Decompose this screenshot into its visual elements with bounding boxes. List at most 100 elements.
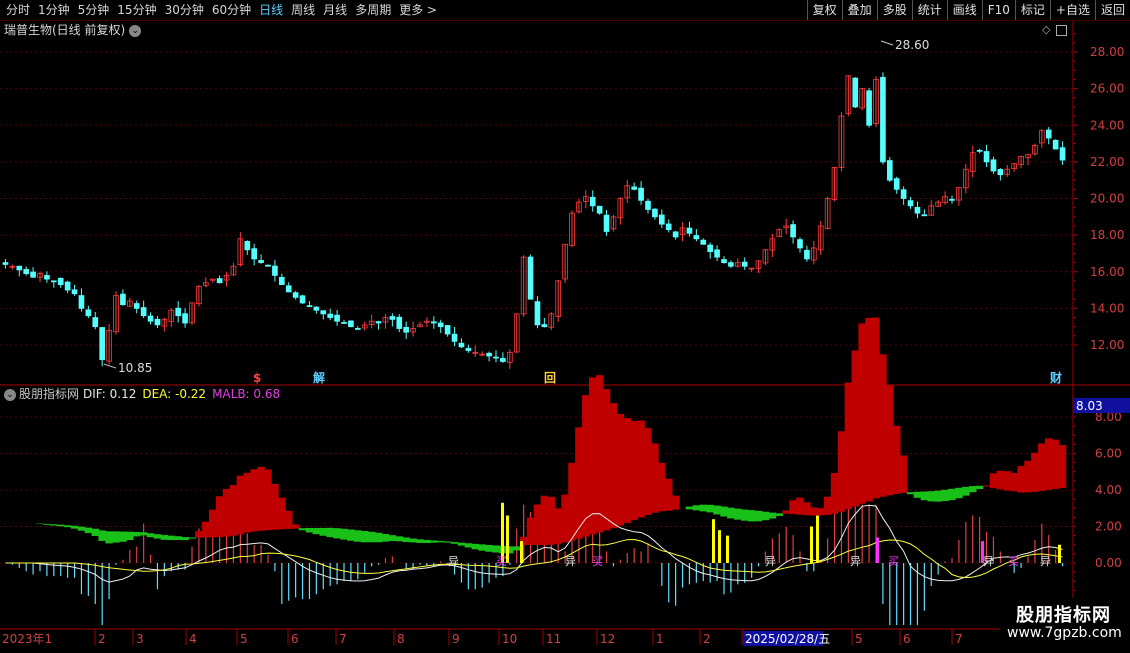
period-tab-5[interactable]: 60分钟 xyxy=(208,2,255,18)
candle-body xyxy=(133,303,140,309)
chart-canvas[interactable]: 28.0026.0024.0022.0020.0018.0016.0014.00… xyxy=(0,21,1130,650)
period-tab-8[interactable]: 月线 xyxy=(319,2,351,18)
candle-body xyxy=(534,301,541,326)
candle-body xyxy=(493,356,499,359)
toolbar-button-2[interactable]: 多股 xyxy=(876,0,912,20)
candle-body xyxy=(306,305,313,308)
x-axis-label: 3 xyxy=(136,632,144,646)
candle-body xyxy=(672,231,679,238)
candle-body xyxy=(707,244,713,253)
high-price-label: 28.60 xyxy=(895,38,929,52)
candle-body xyxy=(451,333,458,342)
period-tab-1[interactable]: 1分钟 xyxy=(34,2,74,18)
candle-body xyxy=(880,76,886,163)
candle-body xyxy=(57,277,64,285)
x-axis-label: 10 xyxy=(502,632,517,646)
candle-body xyxy=(866,90,872,126)
candle-body xyxy=(921,214,928,217)
candle-body xyxy=(120,293,126,306)
candle-body xyxy=(265,264,271,267)
period-tab-6[interactable]: 日线 xyxy=(255,2,287,18)
candle-body xyxy=(313,306,320,311)
event-marker: 回 xyxy=(544,371,556,385)
price-tick-label: 12.00 xyxy=(1090,338,1124,352)
chart-area[interactable]: 28.00 26.00 24.00 22.00 20.00 18.00 16.00 14.00… xyxy=(0,21,1130,653)
indicator-tick-label: 2.00 xyxy=(1095,520,1122,534)
candle-body xyxy=(292,292,299,298)
period-tab-7[interactable]: 周线 xyxy=(287,2,319,18)
toolbar-button-5[interactable]: F10 xyxy=(981,0,1015,20)
candle-body xyxy=(486,352,492,357)
event-marker: $ xyxy=(253,371,261,385)
x-axis-label: 4 xyxy=(189,632,197,646)
magenta-signal-bar xyxy=(876,537,879,563)
candle-body xyxy=(596,205,603,214)
toolbar-button-0[interactable]: 复权 xyxy=(806,0,842,20)
window-toggle-icon[interactable] xyxy=(1056,24,1068,36)
price-tick-label: 22.00 xyxy=(1090,155,1124,169)
candle-body xyxy=(354,328,361,330)
watermark-url: www.7gpzb.com xyxy=(1007,625,1122,641)
period-tab-10[interactable]: 更多 > xyxy=(395,2,441,18)
chevron-down-icon[interactable]: ⌄ xyxy=(4,388,16,401)
candle-body xyxy=(175,307,182,317)
candle-body xyxy=(686,227,693,234)
x-axis-label: 6 xyxy=(291,632,299,646)
candle-body xyxy=(804,249,810,260)
yellow-signal-bar xyxy=(718,530,721,563)
toolbar-button-7[interactable]: +自选 xyxy=(1049,0,1095,20)
candle-body xyxy=(154,318,161,326)
indicator-tick-label: 4.00 xyxy=(1095,483,1122,497)
price-tick-label: 24.00 xyxy=(1090,118,1124,132)
toolbar-button-3[interactable]: 统计 xyxy=(911,0,947,20)
x-axis-label: 1 xyxy=(656,632,664,646)
indicator-tick-label: 0.00 xyxy=(1095,556,1122,570)
top-toolbar: 分时 1分钟 5分钟 15分钟 30分钟 60分钟 日线 周线 月线 多周期 更多 > 复权 叠加 多股… xyxy=(0,0,1130,21)
signal-label: 异 xyxy=(1040,555,1051,568)
x-axis-label: 12 xyxy=(600,632,615,646)
candle-body xyxy=(147,315,154,322)
candle-body xyxy=(659,214,665,225)
toolbar-button-4[interactable]: 画线 xyxy=(946,0,982,20)
candle-body xyxy=(299,295,306,304)
low-price-label: 10.85 xyxy=(118,361,152,375)
stock-title: 瑞普生物(日线 前复权) xyxy=(4,23,126,37)
candle-body xyxy=(85,309,92,317)
chevron-down-icon[interactable]: ⌄ xyxy=(129,24,142,37)
candle-body xyxy=(258,260,264,263)
price-tick-label: 26.00 xyxy=(1090,82,1124,96)
low-pointer xyxy=(103,363,117,369)
signal-label: 异 xyxy=(448,555,459,568)
period-tab-2[interactable]: 5分钟 xyxy=(74,2,114,18)
candle-body xyxy=(278,276,285,285)
candle-body xyxy=(140,307,147,317)
event-marker: 解 xyxy=(313,370,325,385)
period-tab-3[interactable]: 15分钟 xyxy=(113,2,160,18)
yellow-signal-bar xyxy=(816,515,819,563)
signal-label: 买 xyxy=(496,555,507,568)
candle-body xyxy=(976,149,983,152)
candle-body xyxy=(589,196,596,207)
candle-body xyxy=(458,342,465,348)
x-axis-label: 11 xyxy=(546,632,561,646)
period-tab-4[interactable]: 30分钟 xyxy=(161,2,208,18)
candle-body xyxy=(437,322,444,328)
toolbar-button-8[interactable]: 返回 xyxy=(1094,0,1130,20)
toolbar-button-6[interactable]: 标记 xyxy=(1014,0,1050,20)
period-tab-0[interactable]: 分时 xyxy=(2,2,34,18)
toolbar-button-1[interactable]: 叠加 xyxy=(841,0,877,20)
candle-body xyxy=(64,281,71,291)
period-tab-9[interactable]: 多周期 xyxy=(351,2,395,18)
candle-body xyxy=(1045,129,1052,139)
signal-label: 异 xyxy=(850,555,861,568)
candle-body xyxy=(465,348,472,351)
diamond-icon[interactable]: ◇ xyxy=(1042,23,1050,36)
candle-body xyxy=(78,295,85,309)
yellow-signal-bar xyxy=(810,526,813,563)
candle-body xyxy=(99,327,105,361)
signal-label: 异 xyxy=(983,555,994,568)
candle-body xyxy=(216,278,223,284)
candle-body xyxy=(16,265,23,271)
signal-label: 异 xyxy=(765,555,776,568)
high-pointer xyxy=(880,40,894,46)
